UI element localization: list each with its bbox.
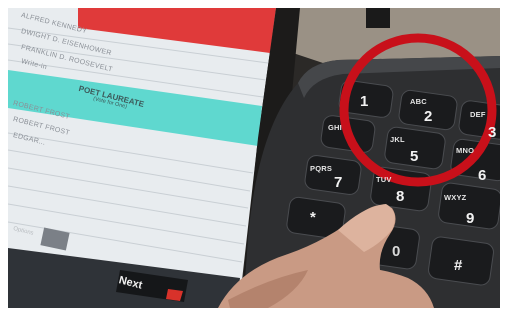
key-5-digit: 5	[410, 148, 419, 165]
photo-frame: ALFRED KENNEDY DWIGHT D. EISENHOWER FRAN…	[0, 0, 506, 318]
key-2-digit: 2	[424, 108, 433, 125]
key-6-letters: MNO	[456, 146, 475, 155]
key-5-letters: JKL	[390, 135, 405, 144]
scene-graphics	[8, 8, 500, 308]
cable-clip	[366, 8, 390, 28]
key-3-digit: 3	[488, 124, 497, 141]
key-9-letters: WXYZ	[444, 193, 467, 202]
key-2-letters: ABC	[410, 97, 427, 106]
key-7-digit: 7	[334, 174, 343, 191]
key-star-digit: *	[310, 209, 316, 226]
key-3-letters: DEF	[470, 110, 486, 119]
key-hash-digit: #	[454, 257, 463, 274]
key-7[interactable]	[304, 154, 362, 195]
key-9-digit: 9	[466, 210, 475, 227]
key-1-digit: 1	[360, 93, 369, 110]
key-4-letters: GHI	[328, 123, 342, 132]
photo: ALFRED KENNEDY DWIGHT D. EISENHOWER FRAN…	[8, 8, 500, 308]
key-0-digit: 0	[392, 243, 401, 260]
key-7-letters: PQRS	[310, 164, 333, 173]
key-8-digit: 8	[396, 188, 405, 205]
key-6-digit: 6	[478, 167, 487, 184]
key-8-letters: TUV	[376, 175, 392, 184]
